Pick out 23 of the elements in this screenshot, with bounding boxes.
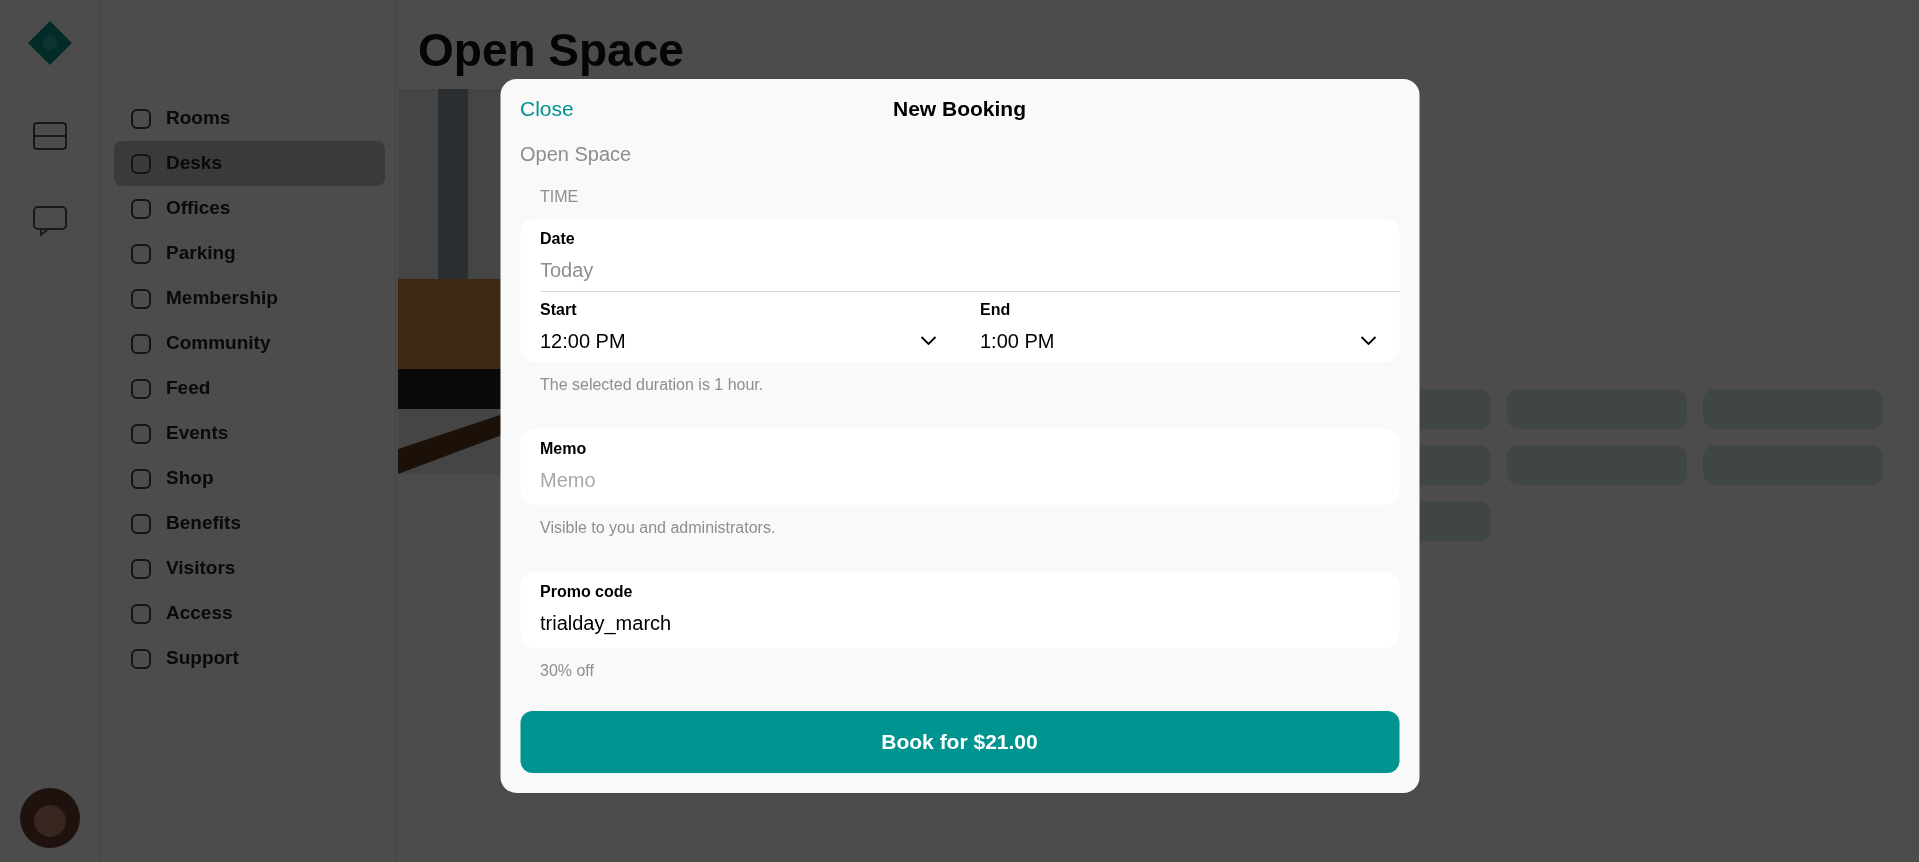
space-name: Open Space (520, 143, 632, 165)
promo-code-input[interactable]: trialday_march (540, 608, 1379, 638)
end-time-select[interactable]: 1:00 PM (980, 326, 1376, 356)
section-label: TIME (540, 188, 579, 205)
discount-text: 30% off (540, 662, 594, 679)
start-time-select[interactable]: 12:00 PM (540, 326, 936, 356)
memo-field[interactable]: Memo Memo (520, 429, 1399, 505)
promo-code-field[interactable]: Promo code trialday_march (520, 572, 1399, 648)
dialog-title: New Booking (893, 96, 1026, 123)
field-label: End (980, 300, 1011, 320)
book-button[interactable]: Book for $21.00 (520, 711, 1399, 773)
field-label: Promo code (540, 582, 633, 602)
chevron-down-icon (1360, 336, 1376, 346)
help-text: Visible to you and administrators. (540, 519, 776, 536)
help-text: The selected duration is 1 hour. (540, 376, 764, 393)
field-label: Start (540, 300, 577, 320)
close-link[interactable]: Close (520, 93, 574, 125)
page-title: Open Space (418, 23, 685, 78)
memo-input[interactable]: Memo (540, 465, 1379, 495)
field-label: Date (540, 229, 575, 249)
chevron-down-icon (920, 336, 936, 346)
date-field[interactable]: Today (540, 255, 1379, 285)
field-label: Memo (540, 439, 587, 459)
